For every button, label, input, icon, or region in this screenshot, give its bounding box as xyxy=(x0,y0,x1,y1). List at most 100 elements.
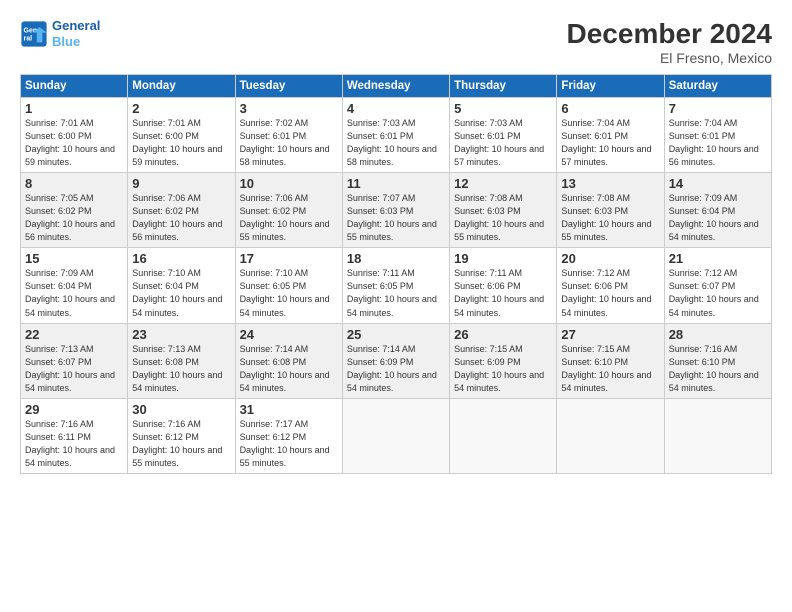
day-number: 20 xyxy=(561,251,659,266)
day-info: Sunrise: 7:10 AMSunset: 6:04 PMDaylight:… xyxy=(132,268,222,317)
calendar-header: Sunday Monday Tuesday Wednesday Thursday… xyxy=(21,75,772,98)
day-number: 25 xyxy=(347,327,445,342)
day-info: Sunrise: 7:02 AMSunset: 6:01 PMDaylight:… xyxy=(240,118,330,167)
day-number: 17 xyxy=(240,251,338,266)
day-number: 4 xyxy=(347,101,445,116)
logo-text: General Blue xyxy=(52,18,100,49)
svg-text:ral: ral xyxy=(24,35,33,42)
calendar-cell: 24 Sunrise: 7:14 AMSunset: 6:08 PMDaylig… xyxy=(235,323,342,398)
day-info: Sunrise: 7:10 AMSunset: 6:05 PMDaylight:… xyxy=(240,268,330,317)
calendar-cell: 22 Sunrise: 7:13 AMSunset: 6:07 PMDaylig… xyxy=(21,323,128,398)
header-thursday: Thursday xyxy=(450,75,557,98)
calendar-cell: 19 Sunrise: 7:11 AMSunset: 6:06 PMDaylig… xyxy=(450,248,557,323)
day-info: Sunrise: 7:11 AMSunset: 6:06 PMDaylight:… xyxy=(454,268,544,317)
calendar-cell xyxy=(557,398,664,473)
day-number: 6 xyxy=(561,101,659,116)
day-info: Sunrise: 7:15 AMSunset: 6:10 PMDaylight:… xyxy=(561,344,651,393)
day-number: 11 xyxy=(347,176,445,191)
header-sunday: Sunday xyxy=(21,75,128,98)
day-number: 30 xyxy=(132,402,230,417)
day-number: 26 xyxy=(454,327,552,342)
calendar-week-1: 1 Sunrise: 7:01 AMSunset: 6:00 PMDayligh… xyxy=(21,98,772,173)
day-number: 24 xyxy=(240,327,338,342)
day-info: Sunrise: 7:12 AMSunset: 6:06 PMDaylight:… xyxy=(561,268,651,317)
logo-icon: Gene- ral xyxy=(20,20,48,48)
calendar-cell: 11 Sunrise: 7:07 AMSunset: 6:03 PMDaylig… xyxy=(342,173,449,248)
day-number: 22 xyxy=(25,327,123,342)
calendar-cell: 2 Sunrise: 7:01 AMSunset: 6:00 PMDayligh… xyxy=(128,98,235,173)
calendar-cell: 1 Sunrise: 7:01 AMSunset: 6:00 PMDayligh… xyxy=(21,98,128,173)
day-info: Sunrise: 7:16 AMSunset: 6:11 PMDaylight:… xyxy=(25,419,115,468)
calendar-body: 1 Sunrise: 7:01 AMSunset: 6:00 PMDayligh… xyxy=(21,98,772,474)
day-info: Sunrise: 7:13 AMSunset: 6:07 PMDaylight:… xyxy=(25,344,115,393)
header-friday: Friday xyxy=(557,75,664,98)
day-info: Sunrise: 7:11 AMSunset: 6:05 PMDaylight:… xyxy=(347,268,437,317)
calendar-page: Gene- ral General Blue December 2024 El … xyxy=(0,0,792,612)
calendar-cell xyxy=(342,398,449,473)
page-subtitle: El Fresno, Mexico xyxy=(567,50,772,66)
day-number: 13 xyxy=(561,176,659,191)
calendar-cell: 25 Sunrise: 7:14 AMSunset: 6:09 PMDaylig… xyxy=(342,323,449,398)
calendar-cell: 6 Sunrise: 7:04 AMSunset: 6:01 PMDayligh… xyxy=(557,98,664,173)
day-number: 28 xyxy=(669,327,767,342)
calendar-week-2: 8 Sunrise: 7:05 AMSunset: 6:02 PMDayligh… xyxy=(21,173,772,248)
header-tuesday: Tuesday xyxy=(235,75,342,98)
calendar-cell: 3 Sunrise: 7:02 AMSunset: 6:01 PMDayligh… xyxy=(235,98,342,173)
day-info: Sunrise: 7:16 AMSunset: 6:12 PMDaylight:… xyxy=(132,419,222,468)
day-info: Sunrise: 7:07 AMSunset: 6:03 PMDaylight:… xyxy=(347,193,437,242)
calendar-cell: 26 Sunrise: 7:15 AMSunset: 6:09 PMDaylig… xyxy=(450,323,557,398)
calendar-cell: 27 Sunrise: 7:15 AMSunset: 6:10 PMDaylig… xyxy=(557,323,664,398)
calendar-cell: 13 Sunrise: 7:08 AMSunset: 6:03 PMDaylig… xyxy=(557,173,664,248)
calendar-cell xyxy=(450,398,557,473)
calendar-cell: 31 Sunrise: 7:17 AMSunset: 6:12 PMDaylig… xyxy=(235,398,342,473)
day-info: Sunrise: 7:06 AMSunset: 6:02 PMDaylight:… xyxy=(132,193,222,242)
calendar-cell: 5 Sunrise: 7:03 AMSunset: 6:01 PMDayligh… xyxy=(450,98,557,173)
day-number: 2 xyxy=(132,101,230,116)
day-number: 18 xyxy=(347,251,445,266)
day-number: 8 xyxy=(25,176,123,191)
day-number: 12 xyxy=(454,176,552,191)
calendar-cell: 10 Sunrise: 7:06 AMSunset: 6:02 PMDaylig… xyxy=(235,173,342,248)
day-number: 19 xyxy=(454,251,552,266)
page-header: Gene- ral General Blue December 2024 El … xyxy=(20,18,772,66)
day-info: Sunrise: 7:09 AMSunset: 6:04 PMDaylight:… xyxy=(669,193,759,242)
day-info: Sunrise: 7:03 AMSunset: 6:01 PMDaylight:… xyxy=(347,118,437,167)
calendar-cell: 8 Sunrise: 7:05 AMSunset: 6:02 PMDayligh… xyxy=(21,173,128,248)
header-monday: Monday xyxy=(128,75,235,98)
day-number: 21 xyxy=(669,251,767,266)
calendar-week-5: 29 Sunrise: 7:16 AMSunset: 6:11 PMDaylig… xyxy=(21,398,772,473)
day-number: 14 xyxy=(669,176,767,191)
calendar-cell: 18 Sunrise: 7:11 AMSunset: 6:05 PMDaylig… xyxy=(342,248,449,323)
day-info: Sunrise: 7:03 AMSunset: 6:01 PMDaylight:… xyxy=(454,118,544,167)
calendar-cell: 12 Sunrise: 7:08 AMSunset: 6:03 PMDaylig… xyxy=(450,173,557,248)
day-number: 15 xyxy=(25,251,123,266)
day-number: 27 xyxy=(561,327,659,342)
day-number: 16 xyxy=(132,251,230,266)
calendar-week-3: 15 Sunrise: 7:09 AMSunset: 6:04 PMDaylig… xyxy=(21,248,772,323)
day-number: 5 xyxy=(454,101,552,116)
day-number: 23 xyxy=(132,327,230,342)
day-number: 10 xyxy=(240,176,338,191)
day-info: Sunrise: 7:04 AMSunset: 6:01 PMDaylight:… xyxy=(669,118,759,167)
day-info: Sunrise: 7:01 AMSunset: 6:00 PMDaylight:… xyxy=(132,118,222,167)
logo-line2: Blue xyxy=(52,34,80,49)
day-info: Sunrise: 7:08 AMSunset: 6:03 PMDaylight:… xyxy=(561,193,651,242)
calendar-cell xyxy=(664,398,771,473)
day-number: 31 xyxy=(240,402,338,417)
calendar-cell: 30 Sunrise: 7:16 AMSunset: 6:12 PMDaylig… xyxy=(128,398,235,473)
day-number: 9 xyxy=(132,176,230,191)
calendar-cell: 17 Sunrise: 7:10 AMSunset: 6:05 PMDaylig… xyxy=(235,248,342,323)
calendar-cell: 23 Sunrise: 7:13 AMSunset: 6:08 PMDaylig… xyxy=(128,323,235,398)
calendar-cell: 4 Sunrise: 7:03 AMSunset: 6:01 PMDayligh… xyxy=(342,98,449,173)
logo-line1: General xyxy=(52,18,100,33)
page-title: December 2024 xyxy=(567,18,772,50)
calendar-cell: 16 Sunrise: 7:10 AMSunset: 6:04 PMDaylig… xyxy=(128,248,235,323)
day-info: Sunrise: 7:06 AMSunset: 6:02 PMDaylight:… xyxy=(240,193,330,242)
calendar-cell: 21 Sunrise: 7:12 AMSunset: 6:07 PMDaylig… xyxy=(664,248,771,323)
day-info: Sunrise: 7:09 AMSunset: 6:04 PMDaylight:… xyxy=(25,268,115,317)
day-number: 7 xyxy=(669,101,767,116)
day-info: Sunrise: 7:01 AMSunset: 6:00 PMDaylight:… xyxy=(25,118,115,167)
calendar-cell: 14 Sunrise: 7:09 AMSunset: 6:04 PMDaylig… xyxy=(664,173,771,248)
header-row: Sunday Monday Tuesday Wednesday Thursday… xyxy=(21,75,772,98)
calendar-week-4: 22 Sunrise: 7:13 AMSunset: 6:07 PMDaylig… xyxy=(21,323,772,398)
